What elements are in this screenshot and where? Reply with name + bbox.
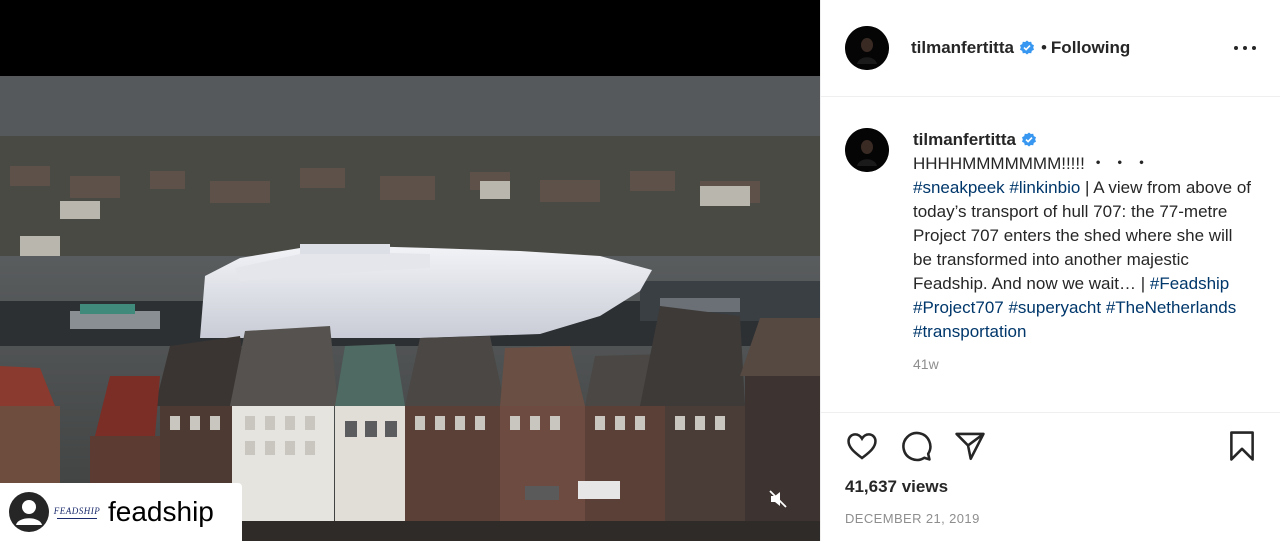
actions-area: 41,637 views DECEMBER 21, 2019 xyxy=(821,412,1280,541)
post-time-ago[interactable]: 41w xyxy=(913,356,1253,372)
mute-button[interactable] xyxy=(764,485,792,513)
caption-comment: tilmanfertitta HHHHMMMMMMM!!!!! ・ ・ ・ #s… xyxy=(845,128,1265,372)
hashtag-link[interactable]: #TheNetherlands xyxy=(1106,298,1236,317)
hashtag-link[interactable]: #Feadship xyxy=(1150,274,1229,293)
tag-avatar xyxy=(8,491,50,533)
caption-username-row: tilmanfertitta xyxy=(913,128,1253,152)
sponsor-tag[interactable]: FEADSHIP feadship xyxy=(0,483,242,541)
hashtag-link[interactable]: #Project707 xyxy=(913,298,1004,317)
comment-icon xyxy=(902,431,932,462)
mute-icon xyxy=(769,490,787,508)
caption-content: #sneakpeek #linkinbio | A view from abov… xyxy=(913,176,1253,344)
post-header: tilmanfertitta • Following xyxy=(821,0,1280,97)
feadship-logo: FEADSHIP xyxy=(54,499,100,525)
post-date[interactable]: DECEMBER 21, 2019 xyxy=(845,511,980,526)
hashtag-link[interactable]: #transportation xyxy=(913,322,1026,341)
caption-author-avatar[interactable] xyxy=(845,128,889,172)
caption-username[interactable]: tilmanfertitta xyxy=(913,130,1016,150)
view-count[interactable]: 41,637 views xyxy=(845,477,948,497)
tag-name: feadship xyxy=(108,496,214,527)
verified-badge-icon xyxy=(1019,40,1035,56)
media-panel: FEADSHIP feadship xyxy=(0,0,820,541)
separator-dot: • xyxy=(1040,38,1047,57)
profile-photo xyxy=(845,128,889,172)
hashtag-link[interactable]: #sneakpeek xyxy=(913,178,1005,197)
caption-body: tilmanfertitta HHHHMMMMMMM!!!!! ・ ・ ・ #s… xyxy=(913,128,1253,372)
post-sidebar: tilmanfertitta • Following tilmanfertitt… xyxy=(820,0,1280,541)
caption-text: HHHHMMMMMMM!!!!! ・ ・ ・ #sneakpeek #linki… xyxy=(913,152,1253,344)
caption-title: HHHHMMMMMMM!!!!! ・ ・ ・ xyxy=(913,154,1151,173)
save-button[interactable] xyxy=(1225,429,1259,463)
hashtag-link[interactable]: #linkinbio xyxy=(1009,178,1080,197)
video-player[interactable] xyxy=(0,76,820,541)
comment-button[interactable] xyxy=(899,429,933,463)
hashtag-link[interactable]: #superyacht xyxy=(1008,298,1101,317)
author-username[interactable]: tilmanfertitta xyxy=(911,38,1014,58)
more-options-icon[interactable] xyxy=(1234,38,1256,58)
share-button[interactable] xyxy=(953,429,987,463)
user-icon xyxy=(9,492,49,532)
like-button[interactable] xyxy=(845,429,879,463)
author-avatar[interactable] xyxy=(845,26,889,70)
share-icon xyxy=(955,432,985,461)
heart-icon xyxy=(847,433,877,460)
profile-photo xyxy=(845,26,889,70)
video-frame xyxy=(0,76,820,541)
verified-badge-icon xyxy=(1021,132,1037,148)
bookmark-icon xyxy=(1230,431,1254,461)
feadship-logo-text: FEADSHIP xyxy=(53,505,101,516)
following-button[interactable]: Following xyxy=(1051,38,1130,58)
action-bar xyxy=(845,429,1257,465)
